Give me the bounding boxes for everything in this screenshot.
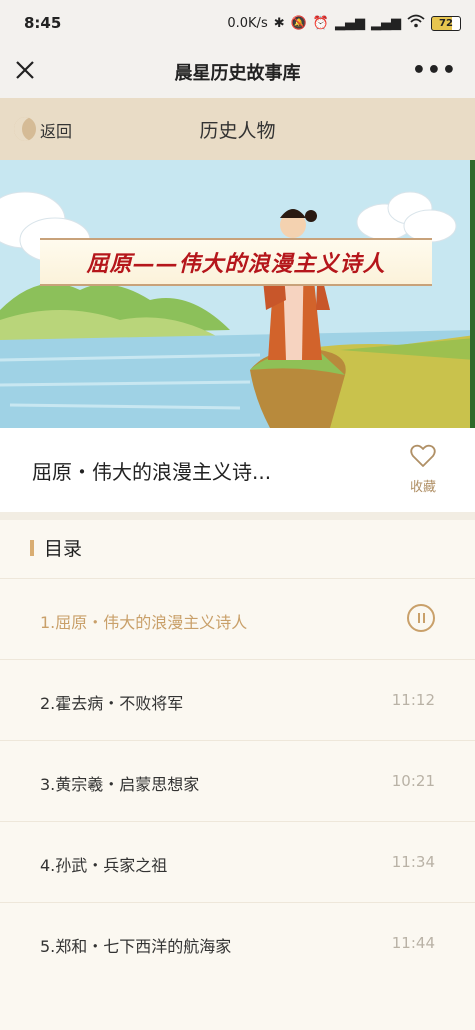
story-title: 屈原・伟大的浪漫主义诗... (32, 460, 272, 484)
toc-item-label: 3.黄宗羲・启蒙思想家 (40, 775, 200, 794)
net-speed: 0.0K/s (227, 15, 268, 31)
favorite-button[interactable]: 收藏 (405, 444, 441, 495)
toc-item-5[interactable]: 5.郑和・七下西洋的航海家 11:44 (0, 903, 475, 983)
toc-item-duration: 11:12 (391, 691, 435, 709)
toc-accent-bar (30, 540, 34, 556)
nav-bar: 返回 历史人物 (0, 98, 475, 160)
toc-item-duration: 11:34 (391, 853, 435, 871)
section-title: 历史人物 (199, 119, 276, 142)
title-bar: 晨星历史故事库 ••• (0, 46, 475, 98)
status-time: 8:45 (24, 14, 62, 32)
toc-item-1[interactable]: 1.屈原・伟大的浪漫主义诗人 (0, 579, 475, 660)
back-moon-icon (14, 117, 36, 141)
back-button[interactable]: 返回 (40, 118, 72, 142)
status-bar: 8:45 0.0K/s ✱ 🔕 ⏰ ▂▄▆ ▂▄▆ 72 (0, 0, 475, 46)
battery-icon: 72 (431, 15, 461, 31)
toc-item-duration: 11:44 (391, 934, 435, 952)
mute-icon: 🔕 (290, 15, 307, 31)
more-icon[interactable]: ••• (412, 58, 457, 83)
hero-illustration: 屈原——伟大的浪漫主义诗人 (0, 160, 475, 428)
close-icon[interactable] (12, 59, 38, 85)
toc-item-label: 4.孙武・兵家之祖 (40, 856, 168, 875)
alarm-icon: ⏰ (312, 15, 329, 31)
wifi-icon (407, 14, 425, 32)
toc-header: 目录 (0, 520, 475, 579)
toc-item-2[interactable]: 2.霍去病・不败将军 11:12 (0, 660, 475, 741)
hero-scene (0, 160, 475, 428)
favorite-label: 收藏 (409, 480, 436, 495)
story-info-card: 屈原・伟大的浪漫主义诗... 收藏 (0, 428, 475, 512)
toc-item-label: 2.霍去病・不败将军 (40, 694, 184, 713)
heart-icon (410, 444, 436, 467)
toc-item-label: 5.郑和・七下西洋的航海家 (40, 937, 232, 956)
toc-title: 目录 (44, 538, 83, 560)
toc-section: 目录 1.屈原・伟大的浪漫主义诗人 2.霍去病・不败将军 11:12 3.黄宗羲… (0, 520, 475, 1030)
status-icons: 0.0K/s ✱ 🔕 ⏰ ▂▄▆ ▂▄▆ 72 (227, 14, 461, 32)
section-divider (0, 512, 475, 520)
toc-item-label: 1.屈原・伟大的浪漫主义诗人 (40, 613, 248, 632)
toc-item-3[interactable]: 3.黄宗羲・启蒙思想家 10:21 (0, 741, 475, 822)
pause-icon[interactable] (407, 604, 435, 632)
toc-item-4[interactable]: 4.孙武・兵家之祖 11:34 (0, 822, 475, 903)
bluetooth-icon: ✱ (273, 15, 285, 31)
toc-item-duration: 10:21 (391, 772, 435, 790)
page-title: 晨星历史故事库 (174, 63, 301, 84)
signal-hd-icon: ▂▄▆ (371, 15, 401, 31)
signal-icon: ▂▄▆ (335, 15, 365, 31)
hero-banner-title: 屈原——伟大的浪漫主义诗人 (40, 238, 432, 286)
